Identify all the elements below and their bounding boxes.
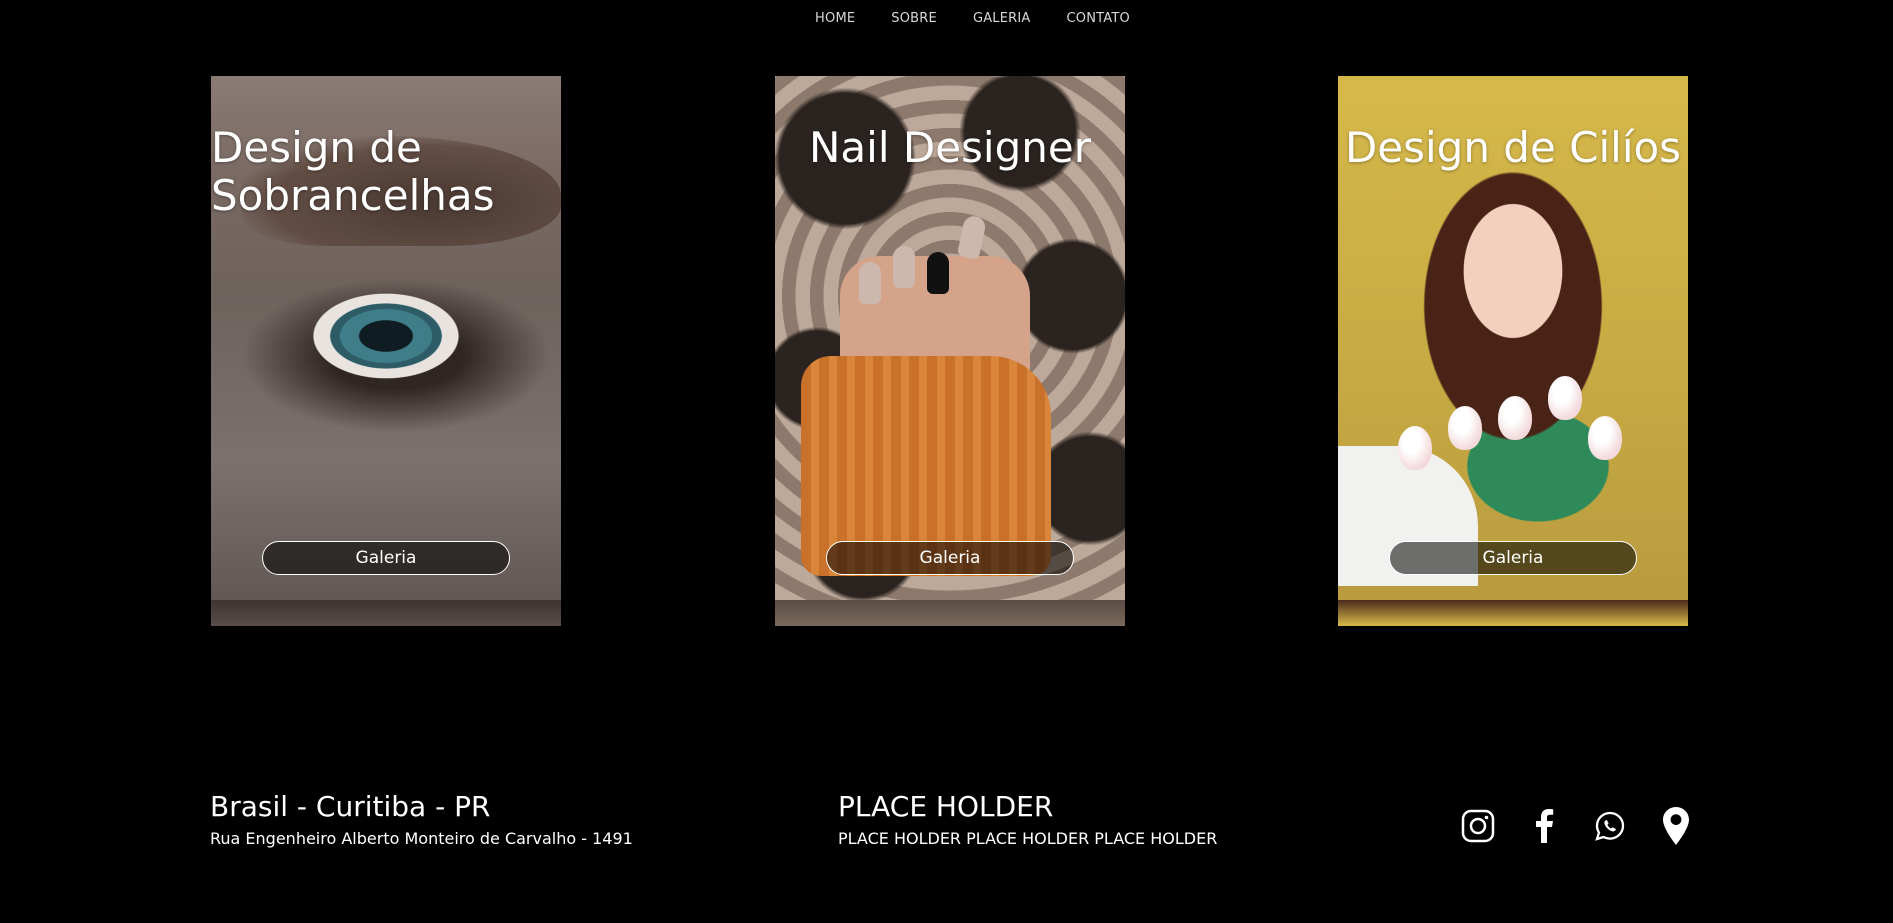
nail-shape — [893, 246, 915, 288]
service-card-cilios: Design de Cilíos Galeria — [1338, 76, 1688, 626]
nail-shape — [956, 214, 988, 260]
social-links — [1460, 806, 1694, 846]
galeria-button[interactable]: Galeria — [1389, 541, 1637, 575]
flower-shape — [1448, 406, 1482, 450]
nav-contato-link[interactable]: CONTATO — [1067, 11, 1130, 26]
card-title: Design de Sobrancelhas — [211, 123, 495, 220]
address-text: Rua Engenheiro Alberto Monteiro de Carva… — [210, 829, 633, 848]
facebook-icon[interactable] — [1526, 806, 1562, 846]
nail-shape — [859, 262, 881, 304]
nav-home-link[interactable]: HOME — [815, 11, 855, 26]
card-title: Design de Cilíos — [1344, 123, 1682, 172]
footer-location: Brasil - Curitiba - PR Rua Engenheiro Al… — [210, 790, 633, 850]
nav-galeria-link[interactable]: GALERIA — [973, 11, 1031, 26]
location-pin-icon[interactable] — [1658, 806, 1694, 846]
flower-shape — [1498, 396, 1532, 440]
nav-links: HOME SOBRE GALERIA CONTATO — [815, 11, 1130, 26]
card-bottom-strip — [775, 600, 1125, 626]
galeria-button[interactable]: Galeria — [262, 541, 510, 575]
placeholder-text: PLACE HOLDER PLACE HOLDER PLACE HOLDER — [838, 829, 1218, 848]
whatsapp-icon[interactable] — [1592, 806, 1628, 846]
location-title: Brasil - Curitiba - PR — [210, 790, 491, 823]
flower-shape — [1398, 426, 1432, 470]
service-card-nail-designer: Nail Designer Galeria — [775, 76, 1125, 626]
card-bottom-strip — [211, 600, 561, 626]
service-card-sobrancelhas: Design de Sobrancelhas Galeria — [211, 76, 561, 626]
card-bottom-strip — [1338, 600, 1688, 626]
top-nav: HOME SOBRE GALERIA CONTATO — [0, 0, 1893, 36]
instagram-icon[interactable] — [1460, 806, 1496, 846]
flower-shape — [1588, 416, 1622, 460]
nail-shape — [927, 252, 949, 294]
page: HOME SOBRE GALERIA CONTATO Design de Sob… — [0, 0, 1893, 923]
card-title: Nail Designer — [809, 123, 1091, 172]
footer-placeholder: PLACE HOLDER PLACE HOLDER PLACE HOLDER P… — [838, 790, 1217, 850]
flower-shape — [1548, 376, 1582, 420]
placeholder-title: PLACE HOLDER — [838, 790, 1054, 823]
nav-sobre-link[interactable]: SOBRE — [891, 11, 937, 26]
galeria-button[interactable]: Galeria — [826, 541, 1074, 575]
